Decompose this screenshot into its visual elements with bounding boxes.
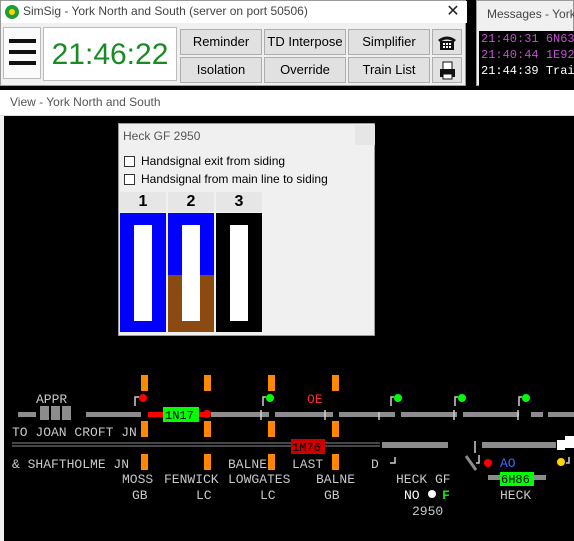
oe-label: OE (307, 392, 323, 407)
berth-1m76-label: 1M76 (292, 441, 321, 455)
lever-2[interactable] (168, 213, 214, 332)
reminder-button[interactable]: Reminder (180, 29, 262, 55)
printer-icon (440, 61, 455, 80)
messages-window: Messages - York 21:40:31 6N63 21:40:44 1… (476, 0, 574, 87)
td-interpose-button[interactable]: TD Interpose (264, 29, 346, 55)
handsignal-exit-label: Handsignal exit from siding (141, 154, 286, 168)
moss-gb-label: GB (132, 488, 148, 503)
train-list-button[interactable]: Train List (348, 57, 430, 83)
moss-label: MOSS (122, 472, 153, 487)
dialog-title: Heck GF 2950 (123, 129, 201, 143)
message-line: 21:40:31 6N63 (481, 32, 574, 46)
messages-list[interactable]: 21:40:31 6N63 21:40:44 1E92 21:44:39 Tra… (479, 31, 574, 87)
view-window-title: View - York North and South (10, 95, 161, 109)
balne-lowgates-label-1: BALNE (228, 457, 267, 472)
lever-2-number: 2 (168, 192, 214, 212)
clock-display: 21:46:22 (43, 27, 177, 81)
dialog-close-button[interactable] (355, 125, 375, 145)
lever-1-number: 1 (120, 192, 166, 212)
lever-3[interactable] (216, 213, 262, 332)
main-window: SimSig - York North and South (server on… (0, 0, 467, 86)
telephone-button[interactable] (432, 29, 462, 55)
view-title-bar[interactable]: View - York North and South (0, 90, 574, 116)
balne-lowgates-label-2: LOWGATES (228, 472, 291, 487)
heck-label: HECK (500, 488, 531, 503)
messages-title: Messages - York (487, 7, 574, 21)
isolation-button[interactable]: Isolation (180, 57, 262, 83)
berth-1n17-label: 1N17 (165, 409, 194, 423)
heck-gf-label: HECK GF (396, 472, 451, 487)
message-line: 21:40:44 1E92 (481, 48, 574, 62)
heck-gf-dialog: Heck GF 2950 Handsignal exit from siding… (118, 123, 375, 336)
print-button[interactable] (432, 57, 462, 83)
simplifier-button[interactable]: Simplifier (348, 29, 430, 55)
f-label: F (442, 488, 450, 503)
app-icon (5, 5, 19, 19)
handsignal-main-label: Handsignal from main line to siding (141, 172, 328, 186)
fenwick-lc-label: LC (196, 488, 212, 503)
balne-gb-label-2: GB (324, 488, 340, 503)
lever-1[interactable] (120, 213, 166, 332)
ao-label: AO (500, 456, 516, 471)
close-icon[interactable]: ✕ (443, 2, 463, 22)
last-label: LAST (292, 457, 323, 472)
override-button[interactable]: Override (264, 57, 346, 83)
main-title-bar[interactable]: SimSig - York North and South (server on… (1, 1, 467, 23)
menu-icon[interactable] (3, 27, 41, 79)
main-window-title: SimSig - York North and South (server on… (23, 4, 308, 18)
frame-2950-label: 2950 (412, 504, 443, 519)
shaftholme-label: & SHAFTHOLME JN (12, 457, 129, 472)
lever-3-number: 3 (216, 192, 262, 212)
balne-gb-label-1: BALNE (316, 472, 355, 487)
fenwick-label: FENWICK (164, 472, 219, 487)
balne-lowgates-lc-label: LC (260, 488, 276, 503)
d-label: D (371, 457, 379, 472)
joan-croft-label: TO JOAN CROFT JN (12, 425, 137, 440)
berth-6h86-label: 6H86 (501, 473, 530, 487)
telephone-icon (438, 36, 456, 50)
no-label: NO (404, 488, 420, 503)
handsignal-main-checkbox[interactable] (124, 174, 135, 185)
message-line: 21:44:39 Train (481, 64, 574, 78)
handsignal-exit-checkbox[interactable] (124, 156, 135, 167)
appr-label: APPR (36, 392, 67, 407)
